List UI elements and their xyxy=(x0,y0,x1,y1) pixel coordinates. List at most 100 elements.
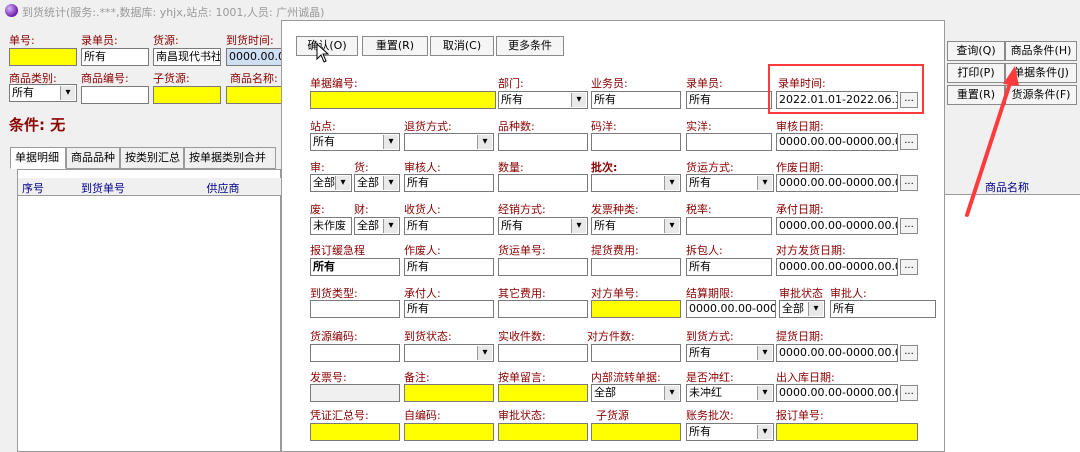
approval-status-label: 审批状态 xyxy=(779,287,823,300)
order-no-form-label: 报订单号: xyxy=(776,409,824,422)
product-condition-button[interactable]: 商品条件(H) xyxy=(1005,41,1077,61)
audit-date-input[interactable]: 0000.00.00-0000.00.00 xyxy=(776,133,898,151)
tab-by-category[interactable]: 按类别汇总 xyxy=(120,147,184,169)
supplier-input[interactable]: 南昌现代书社 xyxy=(153,48,221,66)
grid-header: 序号 到货单号 供应商 xyxy=(18,178,282,196)
auditor-input[interactable]: 所有 xyxy=(404,174,494,192)
payer-input[interactable]: 所有 xyxy=(404,300,494,318)
recv-count-label: 实收件数: xyxy=(498,330,546,343)
red-flush-select[interactable]: 未冲红 xyxy=(686,384,774,402)
ship-no-input[interactable] xyxy=(498,258,588,276)
arrival-status-select[interactable] xyxy=(404,344,494,362)
remark-input[interactable] xyxy=(404,384,494,402)
internal-flow-select[interactable]: 全部 xyxy=(591,384,681,402)
self-code-input[interactable] xyxy=(404,423,494,441)
return-mode-select[interactable] xyxy=(404,133,494,151)
doc-no-label: 单据编号: xyxy=(310,77,358,90)
urgency-input[interactable]: 所有 xyxy=(310,258,400,276)
pickup-fee-input[interactable] xyxy=(591,258,681,276)
approve-state-input[interactable] xyxy=(498,423,588,441)
tab-product-variety[interactable]: 商品品种 xyxy=(66,147,120,169)
void-date-picker-button[interactable]: ... xyxy=(900,175,918,191)
col-supplier[interactable]: 供应商 xyxy=(178,180,268,196)
peer-count-input[interactable] xyxy=(591,344,681,362)
pickup-date-input[interactable]: 0000.00.00-0000.00.00 xyxy=(776,344,898,362)
peer-no-input[interactable] xyxy=(591,300,681,318)
clerk-label: 录单员: xyxy=(686,77,723,90)
source-code-input[interactable] xyxy=(310,344,400,362)
arrival-time-label: 到货时间: xyxy=(226,34,274,47)
other-fee-input[interactable] xyxy=(498,300,588,318)
product-code-input[interactable] xyxy=(81,86,149,104)
doc-no-input[interactable] xyxy=(310,91,496,109)
col-arrival-no[interactable]: 到货单号 xyxy=(58,180,148,196)
approver-input[interactable]: 所有 xyxy=(830,300,936,318)
dept-label: 部门: xyxy=(498,77,524,90)
arrival-time-input[interactable]: 0000.00.00 xyxy=(226,48,282,66)
account-batch-select[interactable]: 所有 xyxy=(686,423,774,441)
qty-input[interactable] xyxy=(498,174,588,192)
sub-source-input[interactable] xyxy=(153,86,221,104)
settle-period-label: 结算期限: xyxy=(686,287,734,300)
doc-message-input[interactable] xyxy=(498,384,588,402)
annotation-arrow-icon xyxy=(965,66,1019,217)
arrival-type-input[interactable] xyxy=(310,300,400,318)
internal-flow-label: 内部流转单据: xyxy=(591,371,661,384)
io-date-input[interactable]: 0000.00.00-0000.00.00 xyxy=(776,384,898,402)
approval-status-select[interactable]: 全部 xyxy=(779,300,825,318)
void-date-input[interactable]: 0000.00.00-0000.00.00 xyxy=(776,174,898,192)
grid-body-right xyxy=(945,195,1080,452)
io-date-picker-button[interactable]: ... xyxy=(900,385,918,401)
query-button[interactable]: 查询(Q) xyxy=(947,41,1005,61)
variety-count-input[interactable] xyxy=(498,133,588,151)
condition-panel: 确认(O) 重置(R) 取消(C) 更多条件 单据编号: 部门: 所有 业务员:… xyxy=(281,20,945,452)
auditor-label: 审核人: xyxy=(404,161,441,174)
order-no-input[interactable] xyxy=(9,48,77,66)
tab-doc-detail[interactable]: 单据明细 xyxy=(10,147,66,169)
station-select[interactable]: 所有 xyxy=(310,133,400,151)
arrival-mode-select[interactable]: 所有 xyxy=(686,344,774,362)
tax-rate-input[interactable] xyxy=(686,217,772,235)
result-grid[interactable]: 序号 到货单号 供应商 xyxy=(17,169,282,452)
cancel-button[interactable]: 取消(C) xyxy=(430,36,494,56)
entry-clerk-input[interactable]: 所有 xyxy=(81,48,149,66)
finance-flag-select[interactable]: 全部 xyxy=(354,217,400,235)
audit-flag-select[interactable]: 全部 xyxy=(310,174,352,192)
pickup-date-picker-button[interactable]: ... xyxy=(900,345,918,361)
voucher-no-input[interactable] xyxy=(310,423,400,441)
ship-mode-select[interactable]: 所有 xyxy=(686,174,774,192)
salesman-input[interactable]: 所有 xyxy=(591,91,681,109)
entry-time-highlight xyxy=(768,64,924,114)
settle-period-input[interactable]: 0000.00.00-0000.00.00 xyxy=(686,300,776,318)
sale-mode-select[interactable]: 所有 xyxy=(498,217,588,235)
clerk-input[interactable]: 所有 xyxy=(686,91,772,109)
peer-ship-date-input[interactable]: 0000.00.00-0000.00.00 xyxy=(776,258,898,276)
sub-source-form-input[interactable] xyxy=(591,423,681,441)
batch-select[interactable] xyxy=(591,174,681,192)
code-amount-input[interactable] xyxy=(591,133,681,151)
void-flag-select[interactable]: 未作废 xyxy=(310,217,352,235)
invoice-no-input[interactable] xyxy=(310,384,400,402)
recv-count-input[interactable] xyxy=(498,344,588,362)
product-name-input[interactable] xyxy=(226,86,282,104)
void-date-label: 作废日期: xyxy=(776,161,824,174)
goods-flag-select[interactable]: 全部 xyxy=(354,174,400,192)
order-no-form-input[interactable] xyxy=(776,423,918,441)
tab-by-doc-category[interactable]: 按单据类别合并 xyxy=(184,147,276,169)
unpacker-input[interactable]: 所有 xyxy=(686,258,772,276)
reset-button[interactable]: 重置(R) xyxy=(362,36,428,56)
dept-select[interactable]: 所有 xyxy=(498,91,588,109)
invoice-type-select[interactable]: 所有 xyxy=(591,217,681,235)
pay-date-picker-button[interactable]: ... xyxy=(900,218,918,234)
real-amount-input[interactable] xyxy=(686,133,772,151)
receiver-input[interactable]: 所有 xyxy=(404,217,494,235)
col-seq[interactable]: 序号 xyxy=(22,180,52,196)
audit-date-picker-button[interactable]: ... xyxy=(900,134,918,150)
payer-label: 承付人: xyxy=(404,287,441,300)
peer-ship-date-picker-button[interactable]: ... xyxy=(900,259,918,275)
category-select[interactable]: 所有 xyxy=(9,84,77,102)
pay-date-input[interactable]: 0000.00.00-0000.00.00 xyxy=(776,217,898,235)
pay-date-label: 承付日期: xyxy=(776,203,824,216)
more-conditions-button[interactable]: 更多条件 xyxy=(496,36,564,56)
voider-input[interactable]: 所有 xyxy=(404,258,494,276)
